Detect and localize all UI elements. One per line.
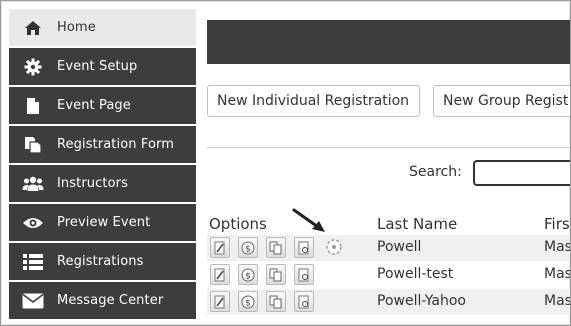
sidebar-item-event-page[interactable]: Event Page — [9, 87, 196, 124]
sidebar-item-label: Registration Form — [57, 137, 174, 152]
receipt-icon[interactable] — [294, 237, 314, 258]
payment-icon[interactable]: $ — [238, 264, 258, 285]
table-row: $ Powell-Yahoo Mas — [207, 289, 571, 315]
receipt-icon[interactable] — [294, 291, 314, 312]
sidebar-item-label: Registrations — [57, 254, 144, 269]
divider — [207, 147, 570, 148]
eye-icon — [9, 204, 57, 241]
last-name-cell: Powell — [377, 239, 422, 255]
search-input[interactable] — [473, 160, 570, 186]
document-icon — [9, 87, 57, 124]
sidebar-item-label: Instructors — [57, 176, 128, 191]
search-label: Search: — [409, 164, 462, 180]
page-header-bar — [207, 20, 570, 64]
sidebar: Home Event Setup Event Page Registration… — [9, 9, 196, 321]
receipt-icon[interactable] — [294, 264, 314, 285]
new-group-registration-button[interactable]: New Group Regist — [433, 85, 570, 117]
sidebar-item-label: Home — [57, 20, 96, 35]
edit-icon[interactable] — [210, 264, 230, 285]
table-row: $ Powell Mas — [207, 235, 571, 261]
sidebar-item-label: Preview Event — [57, 215, 151, 230]
home-icon — [9, 9, 57, 46]
list-icon — [9, 243, 57, 280]
envelope-icon — [9, 282, 57, 319]
sidebar-item-instructors[interactable]: Instructors — [9, 165, 196, 202]
annotation-arrow-icon — [292, 208, 325, 232]
sidebar-item-label: Event Setup — [57, 59, 138, 74]
new-individual-registration-button[interactable]: New Individual Registration — [207, 85, 420, 117]
svg-text:$: $ — [245, 244, 251, 254]
sidebar-item-registration-form[interactable]: Registration Form — [9, 126, 196, 163]
loading-spinner-icon[interactable] — [323, 236, 345, 258]
column-header-first-name[interactable]: Firs — [544, 215, 570, 233]
svg-text:$: $ — [245, 271, 251, 281]
copy-icon[interactable] — [266, 264, 286, 285]
first-name-cell: Mas — [544, 266, 571, 282]
first-name-cell: Mas — [544, 293, 571, 309]
sidebar-item-label: Event Page — [57, 98, 131, 113]
column-header-options: Options — [209, 215, 267, 233]
last-name-cell: Powell-Yahoo — [377, 293, 466, 309]
copy-icon[interactable] — [266, 291, 286, 312]
app-window: Home Event Setup Event Page Registration… — [0, 0, 571, 326]
table-row: $ Powell-test Mas — [207, 262, 571, 288]
sidebar-item-message-center[interactable]: Message Center — [9, 282, 196, 319]
payment-icon[interactable]: $ — [238, 291, 258, 312]
gear-icon — [9, 48, 57, 85]
edit-icon[interactable] — [210, 237, 230, 258]
form-copy-icon — [9, 126, 57, 163]
first-name-cell: Mas — [544, 239, 571, 255]
column-header-last-name[interactable]: Last Name — [377, 215, 457, 233]
sidebar-item-label: Message Center — [57, 293, 164, 308]
edit-icon[interactable] — [210, 291, 230, 312]
sidebar-item-home[interactable]: Home — [9, 9, 196, 46]
users-icon — [9, 165, 57, 202]
sidebar-item-registrations[interactable]: Registrations — [9, 243, 196, 280]
sidebar-item-event-setup[interactable]: Event Setup — [9, 48, 196, 85]
copy-icon[interactable] — [266, 237, 286, 258]
payment-icon[interactable]: $ — [238, 237, 258, 258]
last-name-cell: Powell-test — [377, 266, 454, 282]
sidebar-item-preview-event[interactable]: Preview Event — [9, 204, 196, 241]
svg-text:$: $ — [245, 298, 251, 308]
